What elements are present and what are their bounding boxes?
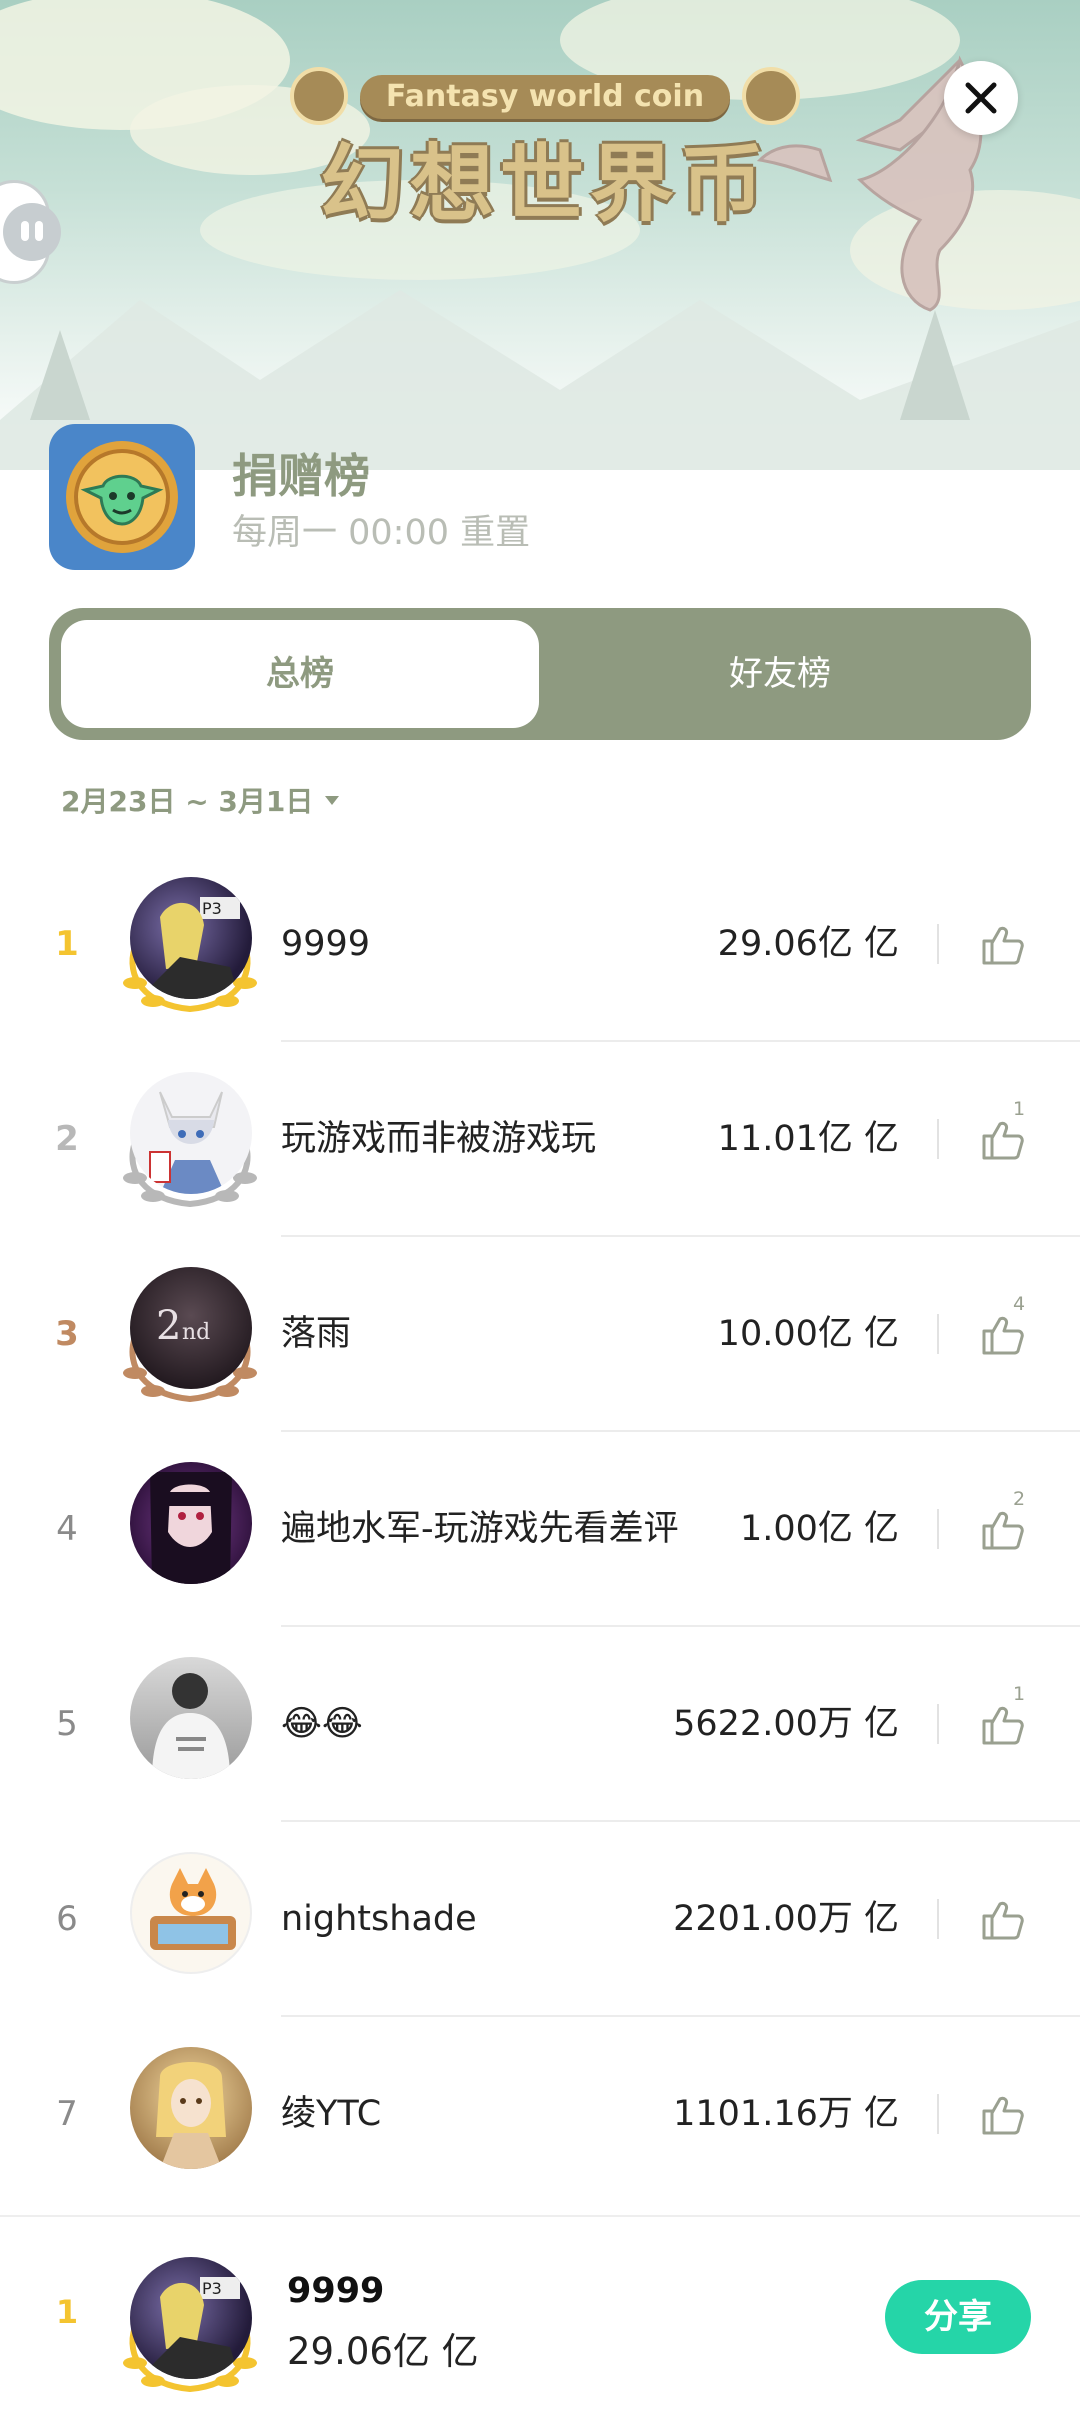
avatar[interactable] bbox=[115, 1852, 265, 1992]
avatar[interactable] bbox=[115, 1657, 265, 1797]
banner-title-cn: 幻想世界币 bbox=[319, 135, 770, 233]
donation-value: 2201.00万 亿 bbox=[673, 1899, 899, 1939]
table-row[interactable]: 1 P3 9999 29.06亿 亿 bbox=[0, 847, 1080, 1042]
share-button[interactable]: 分享 bbox=[885, 2280, 1031, 2354]
tab-friends[interactable]: 好友榜 bbox=[541, 620, 1019, 728]
rank-number: 6 bbox=[56, 1899, 78, 1939]
thumbs-up-icon[interactable] bbox=[978, 2091, 1026, 2139]
rank-number: 1 bbox=[55, 924, 79, 964]
svg-text:P3: P3 bbox=[202, 899, 222, 918]
like-count: 1 bbox=[1013, 1098, 1026, 1120]
player-name: 绫YTC bbox=[281, 2094, 382, 2134]
my-avatar[interactable]: P3 bbox=[115, 2257, 265, 2397]
caret-down-icon bbox=[325, 795, 340, 805]
table-row[interactable]: 3 2 nd 落雨 10.00亿 亿 4 bbox=[0, 1237, 1080, 1432]
player-name: 9999 bbox=[281, 924, 371, 964]
table-row[interactable]: 5 😂😂 5622.00万 亿 1 bbox=[0, 1627, 1080, 1822]
donation-value: 1101.16万 亿 bbox=[673, 2094, 899, 2134]
avatar[interactable] bbox=[115, 2047, 265, 2187]
thumbs-up-icon[interactable] bbox=[978, 1506, 1026, 1554]
date-range-label: 2月23日 ~ 3月1日 bbox=[61, 785, 314, 818]
table-row[interactable]: 7 绫YTC 1101.16万 亿 bbox=[0, 2017, 1080, 2212]
player-name: 落雨 bbox=[281, 1314, 352, 1354]
divider bbox=[937, 1314, 939, 1354]
date-range-dropdown[interactable]: 2月23日 ~ 3月1日 bbox=[61, 780, 340, 820]
divider bbox=[937, 1509, 939, 1549]
like-count: 1 bbox=[1013, 1683, 1026, 1705]
divider bbox=[937, 2094, 939, 2134]
banner: Fantasy world coin 幻想世界币 bbox=[0, 0, 1080, 470]
divider bbox=[937, 1119, 939, 1159]
table-row[interactable]: 6 nightshade 2201.00万 亿 bbox=[0, 1822, 1080, 2017]
ranking-tabs: 总榜 好友榜 bbox=[49, 608, 1031, 740]
donation-value: 1.00亿 亿 bbox=[739, 1509, 899, 1549]
svg-text:P3: P3 bbox=[202, 2279, 222, 2298]
divider bbox=[937, 924, 939, 964]
my-rank-number: 1 bbox=[55, 2293, 79, 2331]
coin-app-icon bbox=[49, 424, 195, 570]
thumbs-up-icon[interactable] bbox=[978, 1311, 1026, 1359]
thumbs-up-icon[interactable] bbox=[978, 1896, 1026, 1944]
player-name: 玩游戏而非被游戏玩 bbox=[281, 1119, 597, 1159]
player-name: 😂😂 bbox=[281, 1704, 363, 1744]
rank-number: 5 bbox=[56, 1704, 78, 1744]
goblin-coin-icon bbox=[66, 441, 178, 553]
ranking-list: 1 P3 9999 29.06亿 亿 2 玩游戏而非被游戏玩 11.01亿 亿 … bbox=[0, 847, 1080, 2212]
player-name: 遍地水军-玩游戏先看差评 bbox=[281, 1509, 679, 1549]
tab-overall[interactable]: 总榜 bbox=[61, 620, 539, 728]
svg-text:nd: nd bbox=[182, 1320, 210, 1345]
avatar[interactable] bbox=[115, 1462, 265, 1602]
donation-value: 11.01亿 亿 bbox=[717, 1119, 899, 1159]
my-donation-value: 29.06亿 亿 bbox=[287, 2330, 479, 2373]
avatar[interactable]: 2 nd bbox=[115, 1267, 265, 1407]
divider bbox=[937, 1899, 939, 1939]
pause-icon bbox=[3, 203, 61, 261]
like-count: 4 bbox=[1013, 1293, 1026, 1315]
donation-value: 5622.00万 亿 bbox=[673, 1704, 899, 1744]
avatar[interactable]: P3 bbox=[115, 877, 265, 1017]
close-button[interactable] bbox=[944, 61, 1018, 135]
player-name: nightshade bbox=[281, 1899, 477, 1939]
divider bbox=[937, 1704, 939, 1744]
reset-time-text: 每周一 00:00 重置 bbox=[232, 513, 531, 553]
rank-number: 3 bbox=[55, 1314, 79, 1354]
close-icon bbox=[965, 82, 997, 114]
my-name: 9999 bbox=[287, 2271, 385, 2311]
side-pause-tab[interactable] bbox=[0, 180, 61, 284]
rank-number: 7 bbox=[56, 2094, 78, 2134]
like-count: 2 bbox=[1013, 1488, 1026, 1510]
donation-value: 10.00亿 亿 bbox=[717, 1314, 899, 1354]
banner-title: Fantasy world coin 幻想世界币 bbox=[290, 55, 800, 233]
svg-text:2: 2 bbox=[156, 1303, 181, 1349]
avatar[interactable] bbox=[115, 1072, 265, 1212]
donation-value: 29.06亿 亿 bbox=[717, 924, 899, 964]
board-title: 捐赠榜 bbox=[232, 449, 370, 503]
banner-title-en: Fantasy world coin bbox=[360, 75, 730, 119]
thumbs-up-icon[interactable] bbox=[978, 1116, 1026, 1164]
table-row[interactable]: 4 遍地水军-玩游戏先看差评 1.00亿 亿 2 bbox=[0, 1432, 1080, 1627]
rank-number: 4 bbox=[56, 1509, 78, 1549]
rank-number: 2 bbox=[55, 1119, 79, 1159]
table-row[interactable]: 2 玩游戏而非被游戏玩 11.01亿 亿 1 bbox=[0, 1042, 1080, 1237]
thumbs-up-icon[interactable] bbox=[978, 921, 1026, 969]
thumbs-up-icon[interactable] bbox=[978, 1701, 1026, 1749]
my-rank-bar: 1 P3 9999 29.06亿 亿 分享 bbox=[0, 2215, 1080, 2414]
